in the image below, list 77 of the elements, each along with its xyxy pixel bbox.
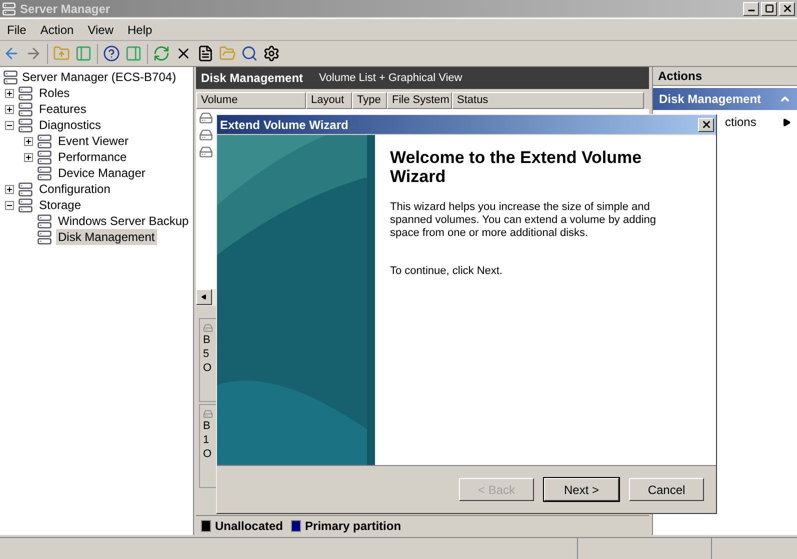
menu-item[interactable]: View [88, 20, 114, 38]
disk-label: O [203, 447, 213, 461]
pane-title: Disk Management [201, 70, 304, 87]
more-actions-item[interactable]: ctions [725, 113, 756, 131]
tree-item[interactable]: Disk Management [56, 229, 157, 245]
column-header[interactable]: Volume [196, 92, 306, 109]
disk-label: 1 [203, 433, 210, 447]
tree-item[interactable]: Diagnostics [37, 117, 104, 133]
close-button[interactable] [779, 2, 795, 16]
tree-item[interactable]: Server Manager (ECS-B704) [22, 68, 176, 86]
expand-toggle-icon[interactable] [5, 104, 14, 114]
legend-label: Primary partition [305, 518, 402, 534]
server-node-icon [18, 182, 33, 196]
server-node-icon [37, 166, 52, 180]
actions-header: Actions [653, 67, 797, 86]
close-icon [700, 119, 712, 130]
server-manager-icon [3, 70, 18, 84]
help-icon[interactable] [103, 45, 120, 62]
tree-item[interactable]: Features [37, 101, 88, 117]
server-node-icon [37, 230, 52, 244]
expand-toggle-icon[interactable] [5, 184, 14, 194]
tree-item[interactable]: Storage [37, 197, 84, 213]
server-node-icon [37, 134, 52, 148]
expand-toggle-icon[interactable] [5, 88, 14, 98]
server-node-icon [37, 150, 52, 164]
column-header[interactable]: Type [352, 92, 387, 109]
tree-item[interactable]: Roles [37, 85, 72, 101]
actions-section[interactable]: Disk Management [653, 88, 797, 110]
server-node-icon [37, 214, 52, 228]
volume-icon [199, 111, 213, 125]
restore-button[interactable] [761, 2, 777, 16]
tree-item[interactable]: Windows Server Backup [56, 213, 191, 229]
column-header[interactable]: Status [452, 92, 644, 109]
search-icon[interactable] [241, 45, 258, 62]
wizard-heading: Welcome to the Extend Volume Wizard [390, 148, 643, 186]
minimize-button[interactable] [743, 2, 759, 16]
server-node-icon [18, 86, 33, 100]
restore-icon [764, 4, 774, 13]
pane-subtitle: Volume List + Graphical View [319, 70, 462, 86]
wizard-button[interactable]: Cancel [629, 478, 704, 501]
volume-icon [199, 145, 213, 159]
disk-label: B [203, 419, 212, 433]
dialog-close-button[interactable] [698, 118, 714, 132]
menu-item[interactable]: File [7, 20, 26, 38]
close-icon [782, 3, 792, 14]
collapse-toggle-icon[interactable] [5, 200, 14, 210]
menu-item[interactable]: Action [40, 20, 74, 38]
properties-icon[interactable] [197, 45, 214, 62]
tree-item[interactable]: Event Viewer [56, 133, 130, 149]
server-icon [2, 2, 16, 16]
legend-label: Unallocated [215, 518, 284, 534]
server-node-icon [18, 102, 33, 116]
expand-toggle-icon[interactable] [24, 136, 33, 146]
collapse-toggle-icon[interactable] [5, 120, 14, 130]
expand-toggle-icon[interactable] [24, 152, 33, 162]
disk-label: B [203, 333, 212, 347]
tree-item[interactable]: Device Manager [56, 165, 148, 181]
settings-icon[interactable] [263, 45, 280, 62]
disk-label: O [203, 361, 213, 375]
volume-icon [199, 128, 213, 142]
menu-item[interactable]: Help [128, 20, 152, 38]
wizard-description: This wizard helps you increase the size of simple and spanned volumes. You can extend a volume by adding space from one or more additional disks. [390, 201, 658, 240]
dialog-title: Extend Volume Wizard [220, 116, 348, 134]
scroll-left-button[interactable] [196, 289, 212, 305]
server-node-icon [18, 118, 33, 132]
forward-arrow-icon[interactable] [25, 45, 42, 62]
left-triangle-icon [201, 294, 207, 300]
wizard-hint: To continue, click Next. [390, 264, 504, 279]
column-header[interactable]: Layout [306, 92, 352, 109]
window-title: Server Manager [20, 0, 110, 18]
submenu-arrow-icon [782, 118, 791, 126]
tree-item[interactable]: Configuration [37, 181, 112, 197]
disk-label: 5 [203, 347, 210, 361]
wizard-button[interactable]: Next > [544, 478, 619, 501]
tree-item[interactable]: Performance [56, 149, 129, 165]
server-node-icon [18, 198, 33, 212]
column-header[interactable]: File System [387, 92, 452, 109]
